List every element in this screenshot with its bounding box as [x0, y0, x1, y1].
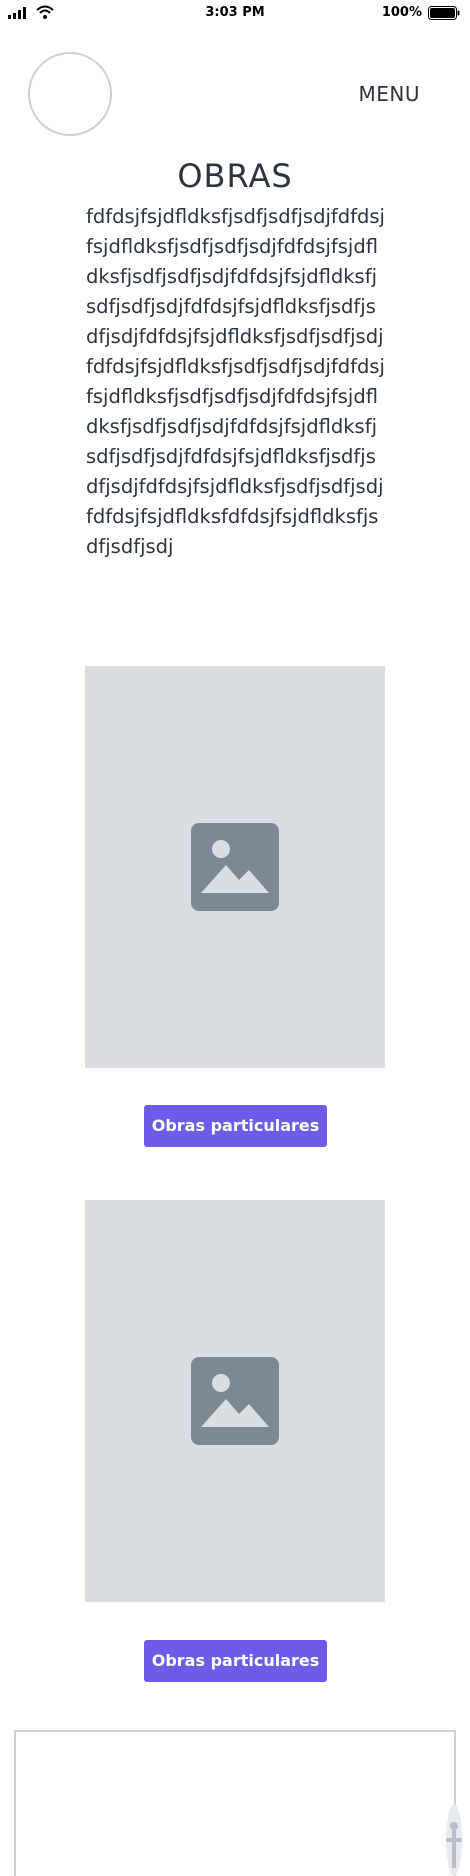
status-bar: 3:03 PM 100% [0, 0, 470, 28]
image-placeholder [85, 1200, 385, 1602]
image-placeholder-icon [191, 1357, 279, 1445]
footer-panel [14, 1730, 456, 1876]
page-title: OBRAS [177, 157, 293, 195]
menu-button[interactable]: MENU [359, 82, 421, 106]
image-placeholder [85, 666, 385, 1068]
battery-icon [428, 6, 460, 20]
scroll-handle-icon[interactable] [444, 1802, 464, 1876]
obras-particulares-button[interactable]: Obras particulares [144, 1640, 327, 1682]
battery-percent: 100% [381, 5, 422, 20]
obras-particulares-button[interactable]: Obras particulares [144, 1105, 327, 1147]
body-text: fdfdsjfsjdfldksfjsdfjsdfjsdjfdfdsjfsjdfl… [86, 205, 385, 558]
image-placeholder-icon [191, 823, 279, 911]
logo-placeholder[interactable] [28, 52, 112, 136]
